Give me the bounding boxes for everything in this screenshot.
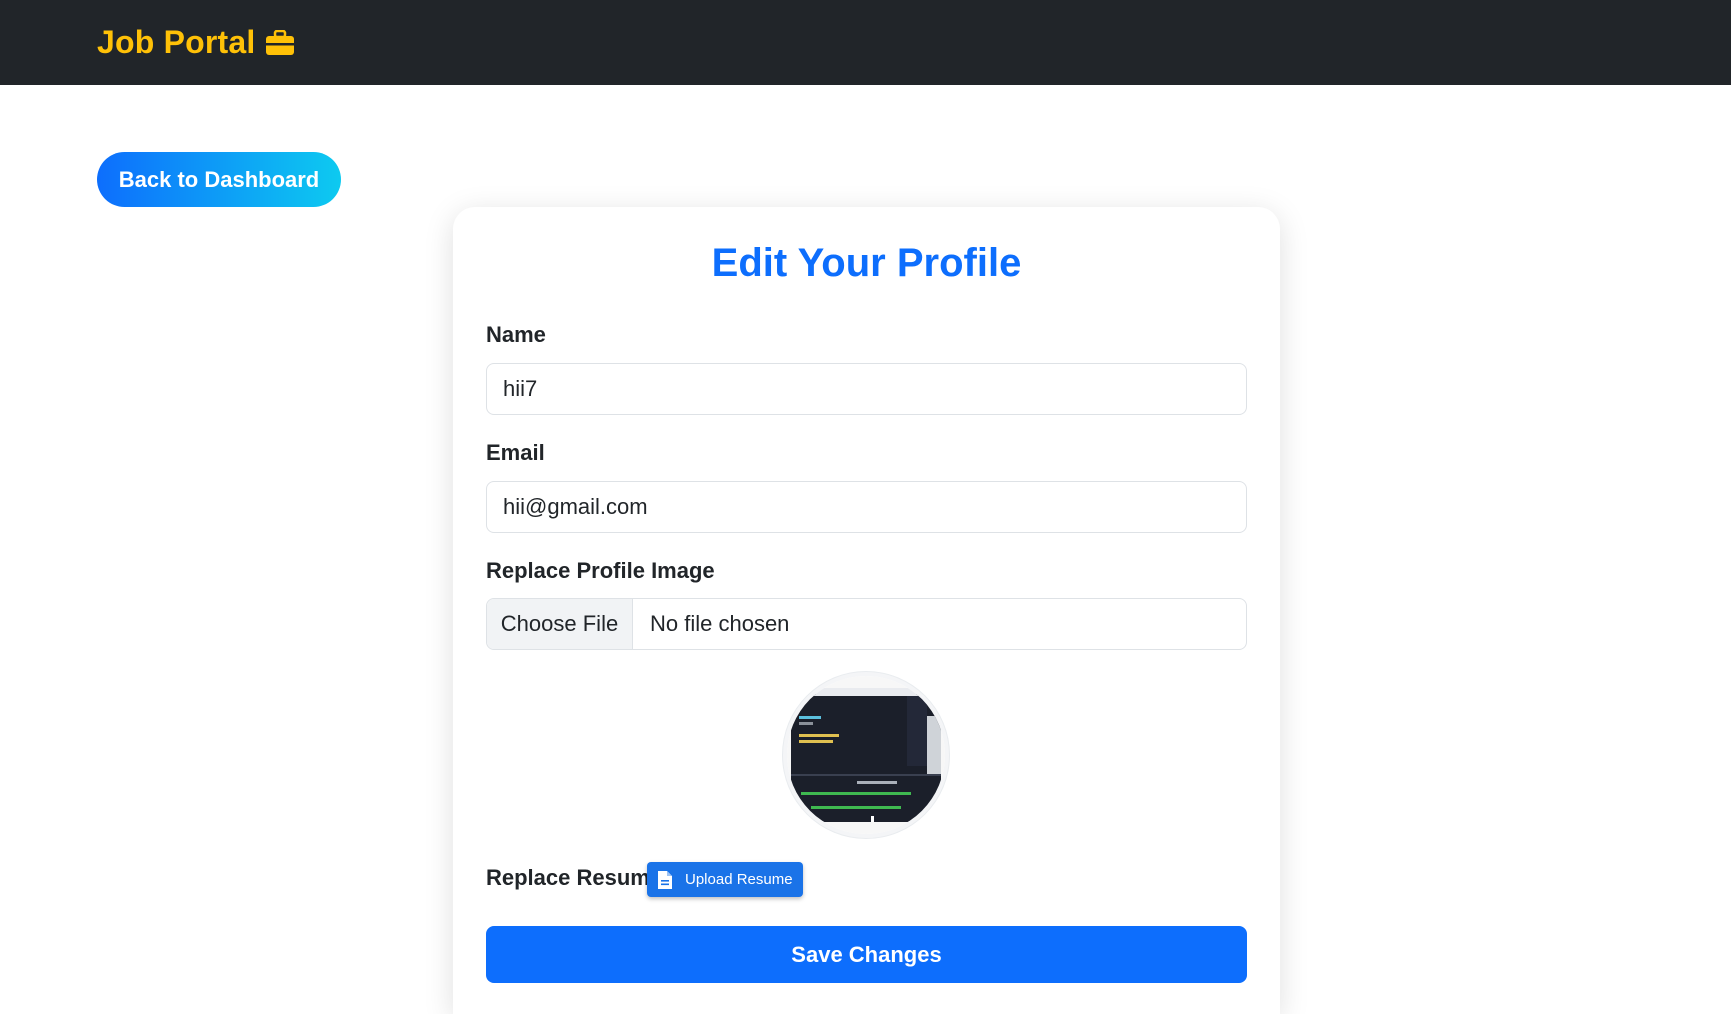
- upload-resume-button[interactable]: Upload Resume: [647, 862, 803, 897]
- document-icon: [657, 870, 673, 890]
- profile-image-preview: [783, 672, 949, 838]
- briefcase-icon: [265, 29, 295, 56]
- top-navbar: Job Portal: [0, 0, 1731, 85]
- choose-file-button[interactable]: Choose File: [487, 599, 633, 649]
- profile-image-file-input[interactable]: Choose File No file chosen: [486, 598, 1247, 650]
- back-to-dashboard-button[interactable]: Back to Dashboard: [97, 152, 341, 207]
- name-label: Name: [486, 322, 546, 347]
- brand-label: Job Portal: [97, 24, 256, 60]
- email-input[interactable]: [486, 481, 1247, 533]
- brand-link[interactable]: Job Portal: [97, 24, 295, 61]
- name-input[interactable]: [486, 363, 1247, 415]
- profile-image-label: Replace Profile Image: [486, 558, 715, 583]
- page-title: Edit Your Profile: [711, 241, 1022, 285]
- resume-label: Replace Resume: [486, 865, 663, 890]
- save-changes-button[interactable]: Save Changes: [486, 926, 1247, 983]
- file-status-text: No file chosen: [650, 611, 790, 636]
- upload-resume-label: Upload Resume: [685, 871, 793, 888]
- edit-profile-card: Edit Your Profile Name Email Replace Pro…: [453, 207, 1280, 1014]
- email-label: Email: [486, 440, 545, 465]
